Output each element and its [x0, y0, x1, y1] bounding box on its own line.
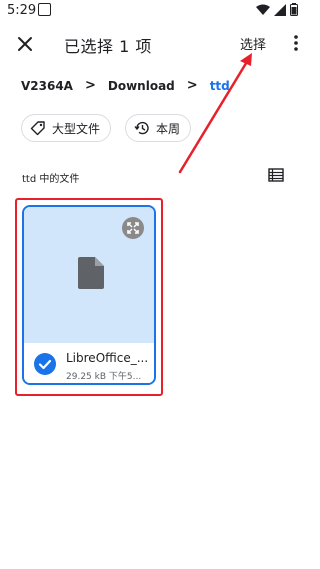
select-button[interactable]: 选择 — [240, 34, 266, 53]
signal-icon — [274, 3, 286, 16]
status-app-icon — [38, 3, 51, 16]
chevron-right-icon: > — [84, 78, 96, 93]
chip-label: 本周 — [156, 121, 181, 136]
close-icon[interactable] — [14, 33, 36, 55]
section-label: ttd 中的文件 — [22, 174, 80, 185]
wifi-icon — [256, 4, 270, 15]
status-time: 5:29 — [7, 3, 37, 18]
battery-icon — [290, 3, 298, 16]
breadcrumb-item-device[interactable]: V2364A — [21, 79, 73, 93]
page-title: 已选择 1 项 — [64, 37, 152, 56]
history-icon — [134, 121, 149, 135]
chip-this-week[interactable]: 本周 — [125, 114, 192, 142]
annotation-highlight-box — [15, 198, 163, 396]
tag-icon — [30, 121, 45, 136]
chip-label: 大型文件 — [52, 121, 101, 136]
list-view-icon[interactable] — [268, 168, 284, 182]
breadcrumb: V2364A > Download > ttd — [21, 78, 230, 93]
status-icons — [256, 3, 298, 16]
breadcrumb-item-current[interactable]: ttd — [210, 79, 230, 93]
breadcrumb-item-download[interactable]: Download — [108, 79, 175, 93]
chip-large-files[interactable]: 大型文件 — [21, 114, 112, 142]
chevron-right-icon: > — [186, 78, 198, 93]
more-options-icon[interactable] — [290, 34, 302, 52]
